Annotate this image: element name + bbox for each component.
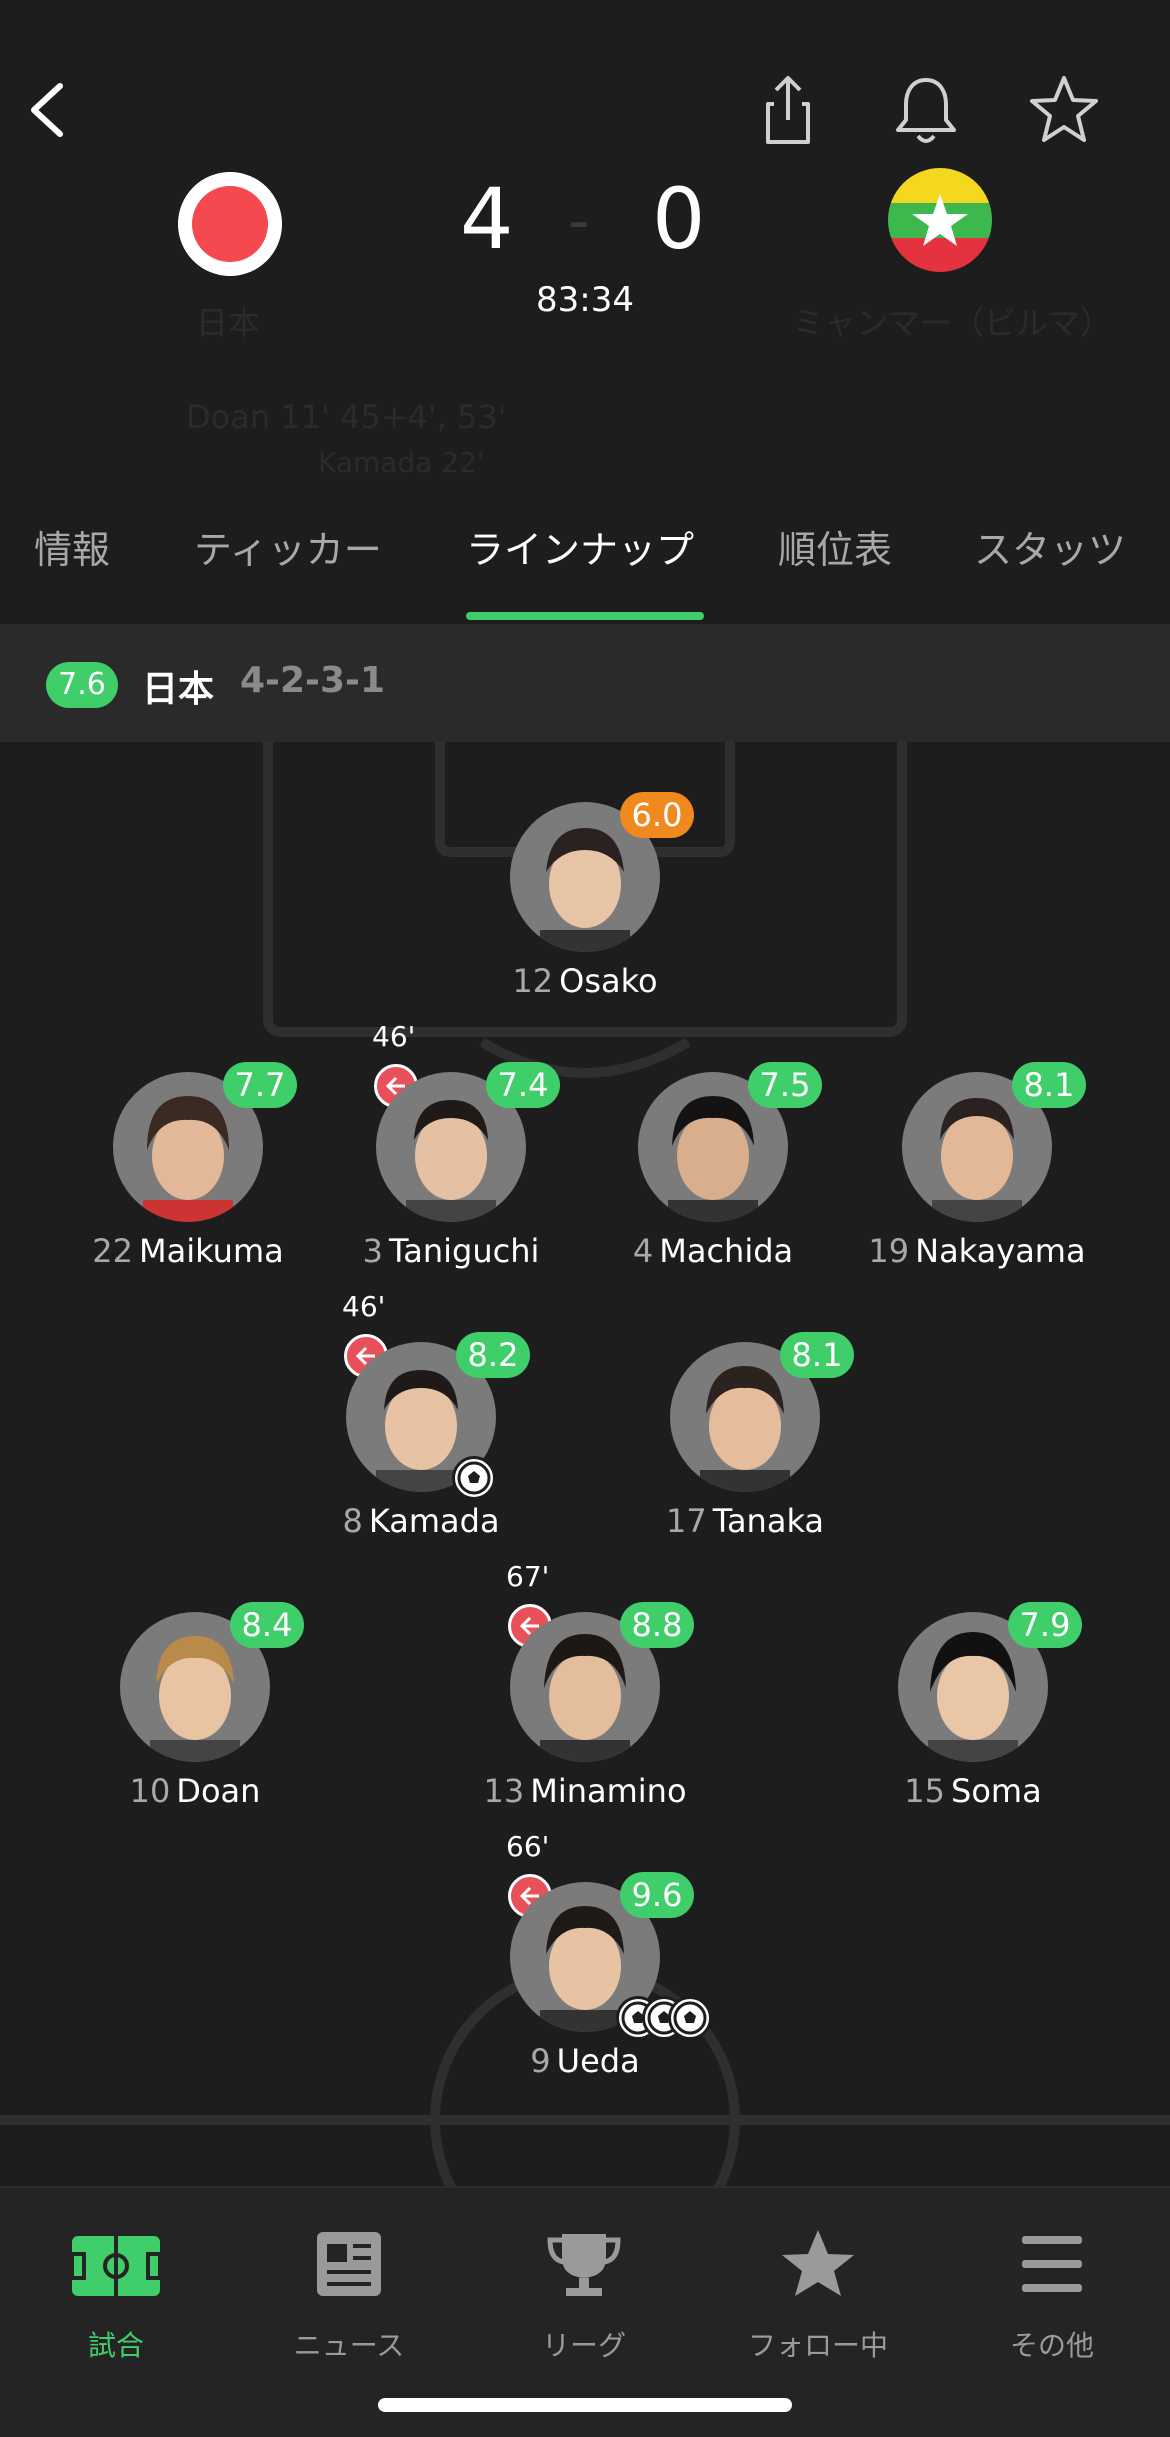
player-name: 8 Kamada (342, 1502, 500, 1540)
sub-time: 46' (342, 1290, 386, 1323)
nav-label: 試合 (87, 2329, 144, 2362)
menu-icon (1022, 2236, 1082, 2292)
goal-ball-icon (452, 1456, 496, 1500)
player-rating: 7.9 (1008, 1602, 1082, 1648)
away-team-flag[interactable] (888, 168, 992, 272)
player-rating: 8.1 (1012, 1062, 1086, 1108)
scorers-line-2: Kamada 22' (318, 446, 485, 479)
tab-table[interactable]: 順位表 (778, 500, 892, 624)
myanmar-flag-icon (888, 168, 992, 272)
star-outline-icon (1030, 76, 1098, 142)
player-name: 12 Osako (512, 962, 658, 1000)
player-name: 9 Ueda (530, 2042, 640, 2080)
home-team-flag[interactable] (178, 172, 282, 276)
sub-time: 67' (506, 1560, 550, 1593)
player-rating: 6.0 (620, 792, 694, 838)
sub-time: 66' (506, 1830, 550, 1863)
tab-info[interactable]: 情報 (34, 500, 110, 624)
player-name: 10 Doan (129, 1772, 261, 1810)
player-soma[interactable]: 7.9 15 Soma (798, 1602, 1098, 1812)
player-doan[interactable]: 8.4 10 Doan (20, 1602, 320, 1812)
player-maikuma[interactable]: 7.7 22 Maikuma (13, 1062, 313, 1272)
goal-ball-icon (668, 1996, 712, 2040)
player-taniguchi[interactable]: 46' 7.4 3 Taniguchi (276, 1020, 576, 1272)
lineup-formation: 4-2-3-1 (240, 660, 386, 701)
player-kamada[interactable]: 46' 8.2 8 Kamada (246, 1290, 546, 1542)
player-tanaka[interactable]: 8.1 17 Tanaka (570, 1332, 870, 1542)
active-tab-indicator (466, 612, 704, 620)
trophy-icon (547, 2234, 621, 2296)
player-machida[interactable]: 7.5 4 Machida (538, 1062, 838, 1272)
player-minamino[interactable]: 67' 8.8 13 Minamino (410, 1560, 710, 1812)
nav-matches[interactable]: 試合 (16, 2218, 216, 2378)
nav-more[interactable]: その他 (952, 2218, 1152, 2378)
bell-icon (896, 78, 956, 143)
chevron-left-icon (31, 83, 63, 137)
share-button[interactable] (748, 70, 828, 150)
away-team-name: ミャンマー（ビルマ） (792, 304, 1113, 342)
star-icon (782, 2230, 854, 2296)
player-rating: 8.4 (230, 1602, 304, 1648)
tab-ticker[interactable]: ティッカー (194, 500, 382, 624)
nav-label: フォロー中 (747, 2329, 888, 2362)
news-icon (317, 2232, 381, 2296)
tab-stats[interactable]: スタッツ (974, 500, 1126, 624)
favorite-button[interactable] (1024, 70, 1104, 150)
score-separator: - (568, 186, 590, 256)
nav-leagues[interactable]: リーグ (484, 2218, 684, 2378)
nav-label: その他 (1009, 2329, 1094, 2362)
away-score: 0 (652, 170, 706, 268)
nav-label: リーグ (541, 2329, 626, 2362)
japan-flag-icon (178, 172, 282, 276)
share-icon (766, 76, 810, 144)
nav-news[interactable]: ニュース (249, 2218, 449, 2378)
player-rating: 8.8 (620, 1602, 694, 1648)
sub-time: 46' (372, 1020, 416, 1053)
player-rating: 8.1 (780, 1332, 854, 1378)
tab-lineup[interactable]: ラインナップ (466, 500, 694, 624)
player-rating: 9.6 (620, 1872, 694, 1918)
home-score: 4 (460, 170, 514, 268)
nav-following[interactable]: フォロー中 (718, 2218, 918, 2378)
team-rating-badge: 7.6 (46, 662, 118, 708)
home-indicator[interactable] (378, 2398, 792, 2412)
player-rating: 8.2 (456, 1332, 530, 1378)
nav-label: ニュース (293, 2329, 405, 2362)
player-name: 13 Minamino (483, 1772, 687, 1810)
player-name: 17 Tanaka (665, 1502, 825, 1540)
match-header: 4 - 0 83:34 日本 ミャンマー（ビルマ） Doan 11' 45+4'… (0, 0, 1170, 479)
player-number: 12 (512, 962, 554, 1000)
player-ueda[interactable]: 66' 9.6 9 Ueda (410, 1830, 712, 2082)
pitch-icon (70, 2236, 162, 2296)
back-button[interactable] (20, 70, 80, 150)
lineup-team-name: 日本 (142, 669, 215, 710)
home-team-name: 日本 (196, 304, 261, 342)
player-name: 19 Nakayama (868, 1232, 1086, 1270)
player-osako[interactable]: 6.0 12 Osako (410, 792, 710, 1002)
player-nakayama[interactable]: 8.1 19 Nakayama (802, 1062, 1102, 1272)
scorers-line: Doan 11' 45+4', 53' (186, 398, 507, 436)
match-tabs: 情報 ティッカー ラインナップ 順位表 スタッツ (0, 500, 1170, 624)
player-name: 15 Soma (904, 1772, 1042, 1810)
notification-button[interactable] (886, 70, 966, 150)
